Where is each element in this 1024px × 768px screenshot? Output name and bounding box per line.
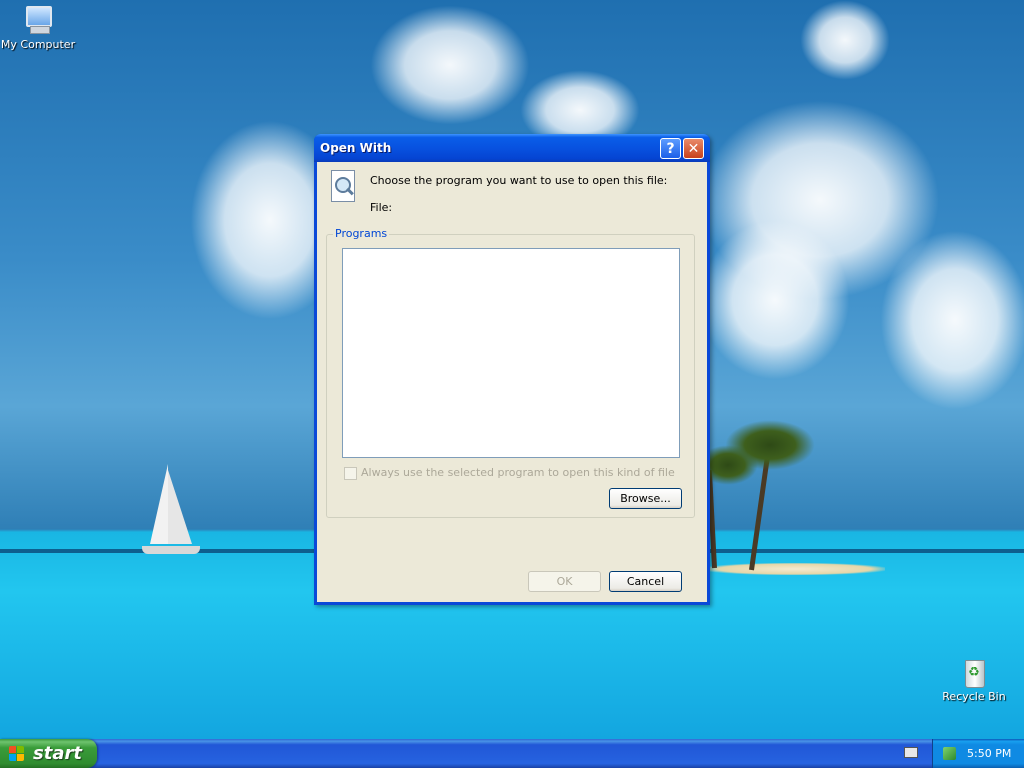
wallpaper-cloud (370, 5, 530, 125)
taskbar: start 5:50 PM (0, 739, 1024, 768)
sailboat (140, 460, 202, 558)
help-button[interactable]: ? (660, 138, 681, 159)
start-button[interactable]: start (0, 739, 97, 768)
programs-label: Programs (333, 227, 390, 240)
open-with-dialog: Open With ? ✕ Choose the program you wan… (314, 134, 710, 605)
clock[interactable]: 5:50 PM (967, 747, 1011, 760)
cancel-button[interactable]: Cancel (609, 571, 682, 592)
wallpaper-cloud (700, 220, 850, 380)
browse-button[interactable]: Browse... (609, 488, 682, 509)
dialog-title-bar[interactable]: Open With ? ✕ (314, 134, 710, 162)
always-use-checkbox[interactable] (344, 466, 357, 480)
programs-group: Programs Always use the selected program… (326, 227, 695, 518)
programs-list[interactable] (342, 248, 680, 458)
island-sand (705, 563, 885, 575)
sailboat-hull (142, 546, 200, 554)
start-label: start (33, 743, 82, 764)
desktop-icon-label: My Computer (0, 38, 76, 51)
keyboard-icon[interactable] (904, 747, 918, 758)
desktop-icon-recycle-bin[interactable]: ♻ Recycle Bin (936, 656, 1012, 703)
dialog-title: Open With (320, 141, 392, 155)
close-button[interactable]: ✕ (683, 138, 704, 159)
always-use-label: Always use the selected program to open … (361, 466, 675, 479)
wallpaper-cloud (880, 230, 1024, 410)
dialog-body: Choose the program you want to use to op… (317, 162, 707, 602)
help-icon: ? (666, 141, 675, 157)
dialog-prompt: Choose the program you want to use to op… (370, 174, 668, 187)
recycle-bin-icon: ♻ (958, 656, 990, 688)
desktop-icon-my-computer[interactable]: My Computer (0, 4, 76, 51)
file-label: File: (370, 201, 393, 214)
windows-logo-icon (9, 746, 25, 762)
system-tray: 5:50 PM (932, 739, 1024, 768)
close-icon: ✕ (687, 141, 700, 157)
sailboat-mainsail (150, 464, 168, 544)
sailboat-jib (168, 470, 192, 544)
always-use-option: Always use the selected program to open … (344, 466, 675, 480)
computer-icon (22, 4, 54, 36)
ok-button[interactable]: OK (528, 571, 601, 592)
network-icon[interactable] (943, 747, 956, 760)
search-document-icon (329, 170, 357, 202)
wallpaper-cloud (800, 0, 890, 80)
desktop-icon-label: Recycle Bin (942, 690, 1006, 703)
